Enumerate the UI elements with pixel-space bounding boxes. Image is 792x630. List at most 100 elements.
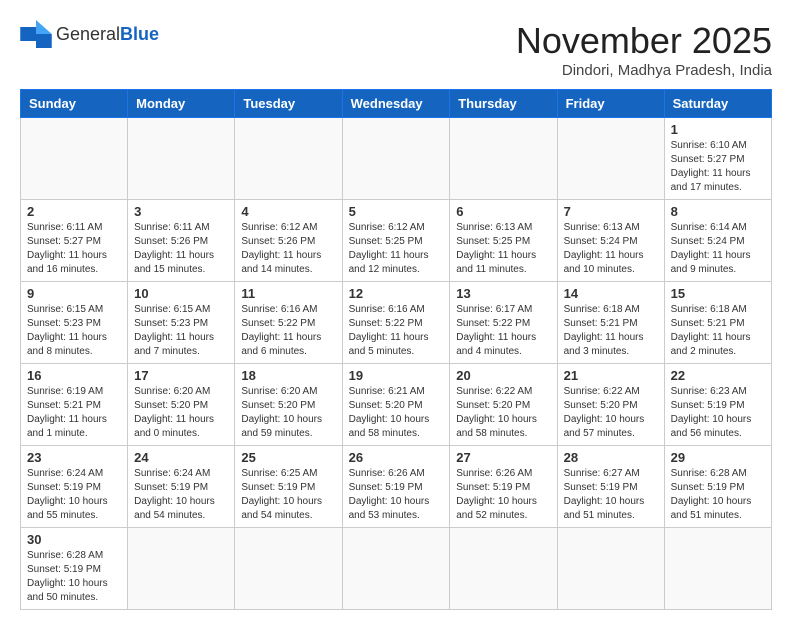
- day-info: Sunrise: 6:16 AM Sunset: 5:22 PM Dayligh…: [349, 303, 444, 359]
- day-number: 5: [349, 204, 444, 219]
- day-number: 30: [27, 532, 121, 547]
- calendar-cell: 21Sunrise: 6:22 AM Sunset: 5:20 PM Dayli…: [557, 364, 664, 446]
- day-info: Sunrise: 6:28 AM Sunset: 5:19 PM Dayligh…: [671, 467, 765, 523]
- day-number: 28: [564, 450, 658, 465]
- logo-text: GeneralBlue: [56, 25, 159, 43]
- calendar-cell: 4Sunrise: 6:12 AM Sunset: 5:26 PM Daylig…: [235, 200, 342, 282]
- calendar-cell: 30 Sunrise: 6:28 AM Sunset: 5:19 PM Dayli…: [21, 528, 128, 610]
- calendar-cell: 22 Sunrise: 6:23 AM Sunset: 5:19 PM Dayli…: [664, 364, 771, 446]
- day-info: Sunrise: 6:20 AM Sunset: 5:20 PM Dayligh…: [134, 385, 228, 441]
- day-number: 15: [671, 286, 765, 301]
- weekday-header-saturday: Saturday: [664, 90, 771, 118]
- day-info: Sunrise: 6:17 AM Sunset: 5:22 PM Dayligh…: [456, 303, 550, 359]
- calendar-week-row: 30 Sunrise: 6:28 AM Sunset: 5:19 PM Dayli…: [21, 528, 772, 610]
- day-info: Sunrise: 6:11 AM Sunset: 5:27 PM Dayligh…: [27, 221, 121, 277]
- day-info: Sunrise: 6:13 AM Sunset: 5:24 PM Dayligh…: [564, 221, 658, 277]
- header: GeneralBlue November 2025 Dindori, Madhy…: [20, 20, 772, 79]
- day-number: 18: [241, 368, 335, 383]
- calendar-cell: 24 Sunrise: 6:24 AM Sunset: 5:19 PM Dayli…: [128, 446, 235, 528]
- day-number: 23: [27, 450, 121, 465]
- day-number: 19: [349, 368, 444, 383]
- day-info: Sunrise: 6:24 AM Sunset: 5:19 PM Dayligh…: [27, 467, 121, 523]
- day-info: Sunrise: 6:20 AM Sunset: 5:20 PM Dayligh…: [241, 385, 335, 441]
- calendar-cell: [235, 528, 342, 610]
- day-info: Sunrise: 6:21 AM Sunset: 5:20 PM Dayligh…: [349, 385, 444, 441]
- day-info: Sunrise: 6:28 AM Sunset: 5:19 PM Dayligh…: [27, 549, 121, 605]
- calendar-cell: 14Sunrise: 6:18 AM Sunset: 5:21 PM Dayli…: [557, 282, 664, 364]
- day-number: 20: [456, 368, 550, 383]
- day-number: 13: [456, 286, 550, 301]
- weekday-header-tuesday: Tuesday: [235, 90, 342, 118]
- day-number: 29: [671, 450, 765, 465]
- calendar-cell: 19 Sunrise: 6:21 AM Sunset: 5:20 PM Dayli…: [342, 364, 450, 446]
- calendar-cell: 16 Sunrise: 6:19 AM Sunset: 5:21 PM Dayli…: [21, 364, 128, 446]
- calendar-cell: 27Sunrise: 6:26 AM Sunset: 5:19 PM Dayli…: [450, 446, 557, 528]
- calendar-cell: 8 Sunrise: 6:14 AM Sunset: 5:24 PM Daylig…: [664, 200, 771, 282]
- day-number: 24: [134, 450, 228, 465]
- calendar-cell: [128, 118, 235, 200]
- day-info: Sunrise: 6:25 AM Sunset: 5:19 PM Dayligh…: [241, 467, 335, 523]
- day-number: 16: [27, 368, 121, 383]
- month-title: November 2025: [516, 20, 772, 62]
- calendar-cell: [664, 528, 771, 610]
- calendar-cell: 18 Sunrise: 6:20 AM Sunset: 5:20 PM Dayli…: [235, 364, 342, 446]
- calendar-cell: 26Sunrise: 6:26 AM Sunset: 5:19 PM Dayli…: [342, 446, 450, 528]
- day-info: Sunrise: 6:10 AM Sunset: 5:27 PM Dayligh…: [671, 139, 765, 195]
- title-area: November 2025 Dindori, Madhya Pradesh, I…: [516, 20, 772, 79]
- calendar-cell: [450, 528, 557, 610]
- day-info: Sunrise: 6:12 AM Sunset: 5:26 PM Dayligh…: [241, 221, 335, 277]
- day-info: Sunrise: 6:19 AM Sunset: 5:21 PM Dayligh…: [27, 385, 121, 441]
- calendar-cell: [128, 528, 235, 610]
- weekday-header-sunday: Sunday: [21, 90, 128, 118]
- calendar-cell: [21, 118, 128, 200]
- calendar-cell: 29 Sunrise: 6:28 AM Sunset: 5:19 PM Dayli…: [664, 446, 771, 528]
- day-number: 8: [671, 204, 765, 219]
- day-number: 3: [134, 204, 228, 219]
- day-number: 21: [564, 368, 658, 383]
- day-info: Sunrise: 6:24 AM Sunset: 5:19 PM Dayligh…: [134, 467, 228, 523]
- calendar-week-row: 23 Sunrise: 6:24 AM Sunset: 5:19 PM Dayli…: [21, 446, 772, 528]
- day-number: 11: [241, 286, 335, 301]
- calendar-cell: 28Sunrise: 6:27 AM Sunset: 5:19 PM Dayli…: [557, 446, 664, 528]
- calendar-cell: 7Sunrise: 6:13 AM Sunset: 5:24 PM Daylig…: [557, 200, 664, 282]
- day-number: 25: [241, 450, 335, 465]
- calendar: SundayMondayTuesdayWednesdayThursdayFrid…: [20, 89, 772, 610]
- calendar-cell: 10 Sunrise: 6:15 AM Sunset: 5:23 PM Dayli…: [128, 282, 235, 364]
- day-info: Sunrise: 6:23 AM Sunset: 5:19 PM Dayligh…: [671, 385, 765, 441]
- weekday-header-wednesday: Wednesday: [342, 90, 450, 118]
- day-number: 10: [134, 286, 228, 301]
- day-info: Sunrise: 6:22 AM Sunset: 5:20 PM Dayligh…: [456, 385, 550, 441]
- calendar-cell: 12 Sunrise: 6:16 AM Sunset: 5:22 PM Dayli…: [342, 282, 450, 364]
- calendar-cell: 17 Sunrise: 6:20 AM Sunset: 5:20 PM Dayli…: [128, 364, 235, 446]
- day-info: Sunrise: 6:15 AM Sunset: 5:23 PM Dayligh…: [134, 303, 228, 359]
- day-number: 2: [27, 204, 121, 219]
- weekday-header-friday: Friday: [557, 90, 664, 118]
- weekday-header-thursday: Thursday: [450, 90, 557, 118]
- logo: GeneralBlue: [20, 20, 159, 48]
- day-info: Sunrise: 6:14 AM Sunset: 5:24 PM Dayligh…: [671, 221, 765, 277]
- day-info: Sunrise: 6:11 AM Sunset: 5:26 PM Dayligh…: [134, 221, 228, 277]
- calendar-cell: [235, 118, 342, 200]
- calendar-cell: 6Sunrise: 6:13 AM Sunset: 5:25 PM Daylig…: [450, 200, 557, 282]
- calendar-cell: [342, 528, 450, 610]
- calendar-cell: [450, 118, 557, 200]
- day-number: 9: [27, 286, 121, 301]
- weekday-header-row: SundayMondayTuesdayWednesdayThursdayFrid…: [21, 90, 772, 118]
- day-number: 26: [349, 450, 444, 465]
- calendar-cell: 9Sunrise: 6:15 AM Sunset: 5:23 PM Daylig…: [21, 282, 128, 364]
- day-number: 22: [671, 368, 765, 383]
- calendar-cell: 25 Sunrise: 6:25 AM Sunset: 5:19 PM Dayli…: [235, 446, 342, 528]
- calendar-cell: 5 Sunrise: 6:12 AM Sunset: 5:25 PM Daylig…: [342, 200, 450, 282]
- calendar-cell: 2 Sunrise: 6:11 AM Sunset: 5:27 PM Daylig…: [21, 200, 128, 282]
- calendar-cell: [557, 118, 664, 200]
- day-number: 27: [456, 450, 550, 465]
- calendar-cell: 11Sunrise: 6:16 AM Sunset: 5:22 PM Dayli…: [235, 282, 342, 364]
- day-number: 12: [349, 286, 444, 301]
- day-info: Sunrise: 6:13 AM Sunset: 5:25 PM Dayligh…: [456, 221, 550, 277]
- day-info: Sunrise: 6:12 AM Sunset: 5:25 PM Dayligh…: [349, 221, 444, 277]
- day-number: 17: [134, 368, 228, 383]
- generalblue-logo-icon: [20, 20, 52, 48]
- calendar-cell: 13 Sunrise: 6:17 AM Sunset: 5:22 PM Dayli…: [450, 282, 557, 364]
- calendar-cell: 23 Sunrise: 6:24 AM Sunset: 5:19 PM Dayli…: [21, 446, 128, 528]
- calendar-cell: 3 Sunrise: 6:11 AM Sunset: 5:26 PM Daylig…: [128, 200, 235, 282]
